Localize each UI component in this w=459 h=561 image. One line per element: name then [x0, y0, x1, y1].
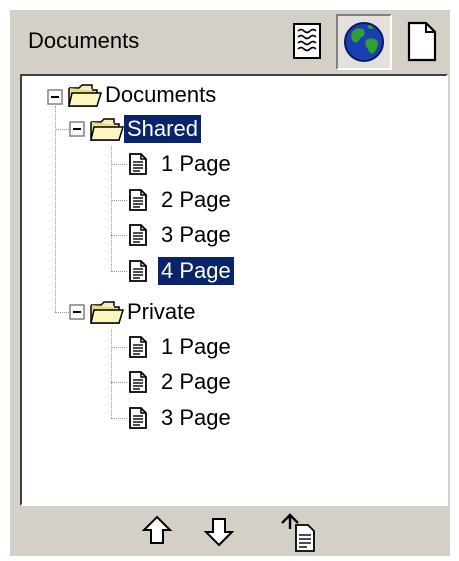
- tree-line: [111, 235, 127, 236]
- document-icon: [128, 153, 148, 175]
- node-label: Documents: [105, 82, 217, 107]
- undo-document-icon: [281, 513, 315, 552]
- tree-node-private-page-1[interactable]: 1 Page: [128, 332, 234, 362]
- tree-node-shared-page-3[interactable]: 3 Page: [128, 220, 234, 250]
- notes-icon: [293, 23, 321, 59]
- node-label: 2 Page: [161, 187, 231, 212]
- tree-node-shared-page-4[interactable]: 4 Page: [128, 256, 234, 286]
- blank-page-icon: [407, 21, 437, 62]
- node-label: 3 Page: [161, 222, 231, 247]
- document-icon: [128, 260, 148, 282]
- tree-line: [111, 164, 127, 165]
- documents-panel: Documents Documents Shared 1 Page 2 Page…: [10, 10, 450, 556]
- tree-node-documents[interactable]: Documents: [68, 80, 219, 110]
- globe-icon: [344, 22, 384, 62]
- restore-document-button[interactable]: [276, 509, 322, 553]
- folder-open-icon: [90, 117, 124, 141]
- document-icon: [128, 407, 148, 429]
- tree-node-shared[interactable]: Shared: [90, 114, 201, 144]
- tree-node-private-page-2[interactable]: 2 Page: [128, 367, 234, 397]
- tree-line: [111, 382, 127, 383]
- document-tree[interactable]: Documents Shared 1 Page 2 Page 3 Page 4 …: [20, 74, 448, 506]
- collapse-root-icon[interactable]: [47, 89, 63, 105]
- node-label: 1 Page: [161, 151, 231, 176]
- tree-node-private[interactable]: Private: [90, 297, 198, 327]
- panel-title: Documents: [28, 28, 140, 53]
- move-down-button[interactable]: [200, 512, 238, 550]
- tree-node-shared-page-1[interactable]: 1 Page: [128, 149, 234, 179]
- node-label: Shared: [124, 115, 201, 143]
- node-label: 3 Page: [161, 405, 231, 430]
- folder-open-icon: [90, 300, 124, 324]
- document-icon: [128, 371, 148, 393]
- document-icon: [128, 189, 148, 211]
- tree-line: [111, 418, 127, 419]
- tree-line: [55, 106, 56, 312]
- notes-view-button[interactable]: [280, 14, 336, 70]
- collapse-private-icon[interactable]: [69, 304, 85, 320]
- move-up-button[interactable]: [138, 512, 176, 550]
- document-icon: [128, 336, 148, 358]
- collapse-shared-icon[interactable]: [69, 121, 85, 137]
- tree-line: [111, 347, 127, 348]
- blank-page-button[interactable]: [393, 14, 449, 70]
- node-label: 2 Page: [161, 369, 231, 394]
- tree-line: [111, 200, 127, 201]
- tree-node-private-page-3[interactable]: 3 Page: [128, 403, 234, 433]
- panel-header: Documents: [10, 10, 450, 74]
- node-label: 1 Page: [161, 334, 231, 359]
- node-label: Private: [127, 299, 196, 324]
- tree-line: [111, 271, 127, 272]
- panel-footer: [10, 506, 450, 556]
- folder-open-icon: [68, 83, 102, 107]
- arrow-up-icon: [141, 515, 173, 544]
- node-label: 4 Page: [158, 257, 234, 285]
- globe-view-button[interactable]: [336, 14, 392, 70]
- tree-node-shared-page-2[interactable]: 2 Page: [128, 185, 234, 215]
- arrow-down-icon: [203, 518, 235, 547]
- document-icon: [128, 224, 148, 246]
- tree-line: [111, 329, 112, 418]
